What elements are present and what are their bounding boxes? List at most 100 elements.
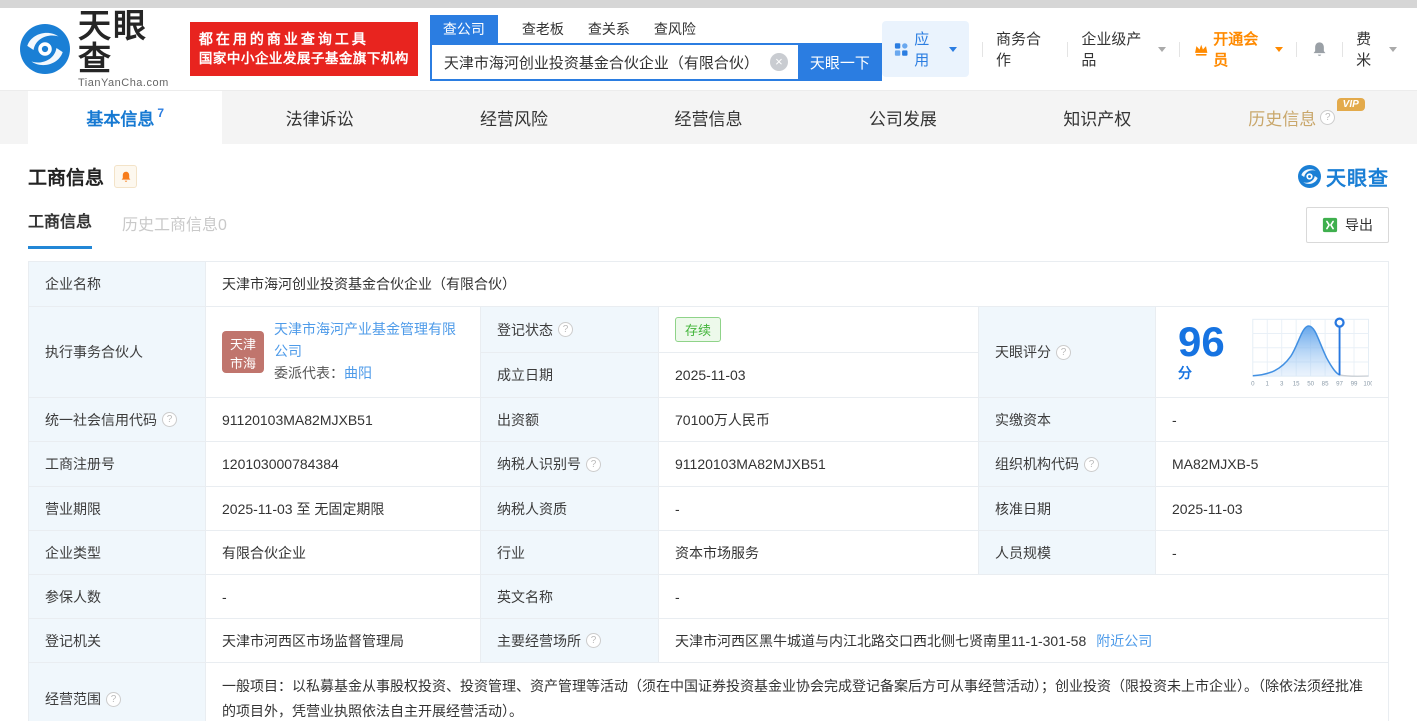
score-marker-head (1335, 318, 1343, 326)
company-name-label: 企业名称 (29, 262, 206, 307)
vip-upgrade-button[interactable]: 开通会员 (1193, 28, 1283, 70)
export-button[interactable]: 导出 (1306, 207, 1389, 243)
tab-history-info[interactable]: VIP 历史信息 ? (1195, 91, 1389, 144)
subtabs-row: 工商信息 历史工商信息0 导出 (0, 197, 1417, 249)
tab-intellectual-property[interactable]: 知识产权 (1000, 91, 1194, 144)
paid-capital-label: 实缴资本 (979, 398, 1156, 442)
subtab-history-business-info[interactable]: 历史工商信息0 (122, 211, 227, 249)
company-name-value: 天津市海河创业投资基金合伙企业（有限合伙） (206, 262, 1389, 307)
main-premises-label: 主要经营场所 ? (481, 619, 659, 663)
company-type-label: 企业类型 (29, 531, 206, 575)
help-icon[interactable]: ? (586, 457, 601, 472)
search-block: 查公司 查老板 查关系 查风险 × 天眼一下 (430, 17, 882, 81)
registration-status-label: 登记状态 ? (481, 307, 659, 353)
search-tab-boss[interactable]: 查老板 (522, 19, 564, 43)
divider (1179, 42, 1180, 57)
help-icon[interactable]: ? (558, 322, 573, 337)
notification-bell-icon[interactable] (1310, 40, 1329, 59)
search-tab-risk[interactable]: 查风险 (654, 19, 696, 43)
tianyancha-logo[interactable]: 天眼查 TianYanCha.com (20, 9, 180, 89)
help-icon[interactable]: ? (1056, 345, 1071, 360)
taxpayer-id-label: 纳税人识别号 ? (481, 442, 659, 487)
help-icon[interactable]: ? (1320, 110, 1335, 125)
tab-basic-info[interactable]: 基本信息 7 (28, 91, 222, 144)
search-tab-relation[interactable]: 查关系 (588, 19, 630, 43)
clear-input-icon[interactable]: × (770, 53, 788, 71)
tab-business-info[interactable]: 经营信息 (611, 91, 805, 144)
excel-icon (1322, 217, 1338, 233)
business-scope-value: 一般项目：以私募基金从事股权投资、投资管理、资产管理等活动（须在中国证券投资基金… (206, 663, 1389, 721)
partner-company-avatar[interactable]: 天津市海 (222, 331, 264, 373)
org-code-value: MA82MJXB-5 (1156, 442, 1389, 487)
business-term-value: 2025-11-03 至 无固定期限 (206, 487, 481, 531)
tianyan-score-label: 天眼评分 ? (979, 307, 1156, 398)
chevron-down-icon (949, 47, 957, 56)
main-premises-value: 天津市河西区黑牛城道与内江北路交口西北侧七贤南里11-1-301-58 附近公司 (659, 619, 1389, 663)
svg-text:1: 1 (1265, 380, 1269, 387)
user-menu[interactable]: 费米 (1356, 28, 1397, 70)
approval-date-value: 2025-11-03 (1156, 487, 1389, 531)
staff-size-label: 人员规模 (979, 531, 1156, 575)
divider (1296, 42, 1297, 57)
chevron-down-icon (1275, 47, 1283, 56)
industry-value: 资本市场服务 (659, 531, 979, 575)
svg-text:15: 15 (1292, 380, 1299, 387)
company-detail-tabs: 基本信息 7 法律诉讼 经营风险 经营信息 公司发展 知识产权 VIP 历史信息… (0, 90, 1417, 144)
search-button[interactable]: 天眼一下 (798, 43, 882, 81)
nav-enterprise-products[interactable]: 企业级产品 (1081, 28, 1166, 70)
section-title: 工商信息 (28, 163, 104, 190)
tab-label: 法律诉讼 (286, 105, 354, 130)
username: 费米 (1356, 28, 1385, 70)
subtab-business-info[interactable]: 工商信息 (28, 208, 92, 249)
business-term-label: 营业期限 (29, 487, 206, 531)
registration-authority-value: 天津市河西区市场监督管理局 (206, 619, 481, 663)
svg-text:50: 50 (1307, 380, 1314, 387)
logo-swirl-icon (20, 24, 70, 74)
enterprise-label: 企业级产品 (1081, 28, 1154, 70)
logo-swirl-icon (1298, 165, 1321, 188)
apps-menu-button[interactable]: 应用 (882, 21, 969, 77)
help-icon[interactable]: ? (106, 692, 121, 707)
promo-line1: 都在用的商业查询工具 (199, 29, 409, 49)
tab-label: 知识产权 (1063, 105, 1131, 130)
score-distribution-chart: 0 1 3 15 50 85 97 99 100 (1249, 311, 1372, 394)
promo-banner: 都在用的商业查询工具 国家中小企业发展子基金旗下机构 (190, 22, 418, 76)
help-icon[interactable]: ? (162, 412, 177, 427)
capital-label: 出资额 (481, 398, 659, 442)
score-number: 96 (1178, 318, 1225, 365)
tab-label: 公司发展 (869, 105, 937, 130)
registration-status-value: 存续 (659, 307, 979, 353)
company-type-value: 有限合伙企业 (206, 531, 481, 575)
svg-text:0: 0 (1251, 380, 1255, 387)
tab-legal-proceedings[interactable]: 法律诉讼 (222, 91, 416, 144)
brand-name: 天眼查 (78, 9, 180, 75)
capital-value: 70100万人民币 (659, 398, 979, 442)
nearby-companies-link[interactable]: 附近公司 (1096, 631, 1152, 651)
monitor-bell-icon[interactable] (114, 165, 137, 188)
tab-label: 经营风险 (480, 105, 548, 130)
delegate-rep-link[interactable]: 曲阳 (344, 365, 372, 381)
company-search-input[interactable] (430, 43, 798, 81)
tab-label: 经营信息 (674, 105, 742, 130)
business-scope-label: 经营范围 ? (29, 663, 206, 721)
promo-line2: 国家中小企业发展子基金旗下机构 (199, 49, 409, 69)
taxpayer-qualification-label: 纳税人资质 (481, 487, 659, 531)
brand-domain: TianYanCha.com (78, 78, 180, 89)
search-tab-company[interactable]: 查公司 (430, 15, 498, 43)
uscc-value: 91120103MA82MJXB51 (206, 398, 481, 442)
help-icon[interactable]: ? (1084, 457, 1099, 472)
tab-operational-risk[interactable]: 经营风险 (417, 91, 611, 144)
tab-label: 历史信息 (1248, 105, 1316, 130)
registration-no-value: 120103000784384 (206, 442, 481, 487)
divider (982, 42, 983, 57)
english-name-value: - (659, 575, 1389, 619)
site-header: 天眼查 TianYanCha.com 都在用的商业查询工具 国家中小企业发展子基… (0, 8, 1417, 90)
chevron-down-icon (1389, 47, 1397, 56)
insured-count-value: - (206, 575, 481, 619)
nav-business-cooperation[interactable]: 商务合作 (996, 28, 1054, 70)
tab-company-development[interactable]: 公司发展 (806, 91, 1000, 144)
help-icon[interactable]: ? (586, 633, 601, 648)
paid-capital-value: - (1156, 398, 1389, 442)
english-name-label: 英文名称 (481, 575, 659, 619)
partner-company-link[interactable]: 天津市海河产业基金管理有限公司 (274, 321, 456, 359)
